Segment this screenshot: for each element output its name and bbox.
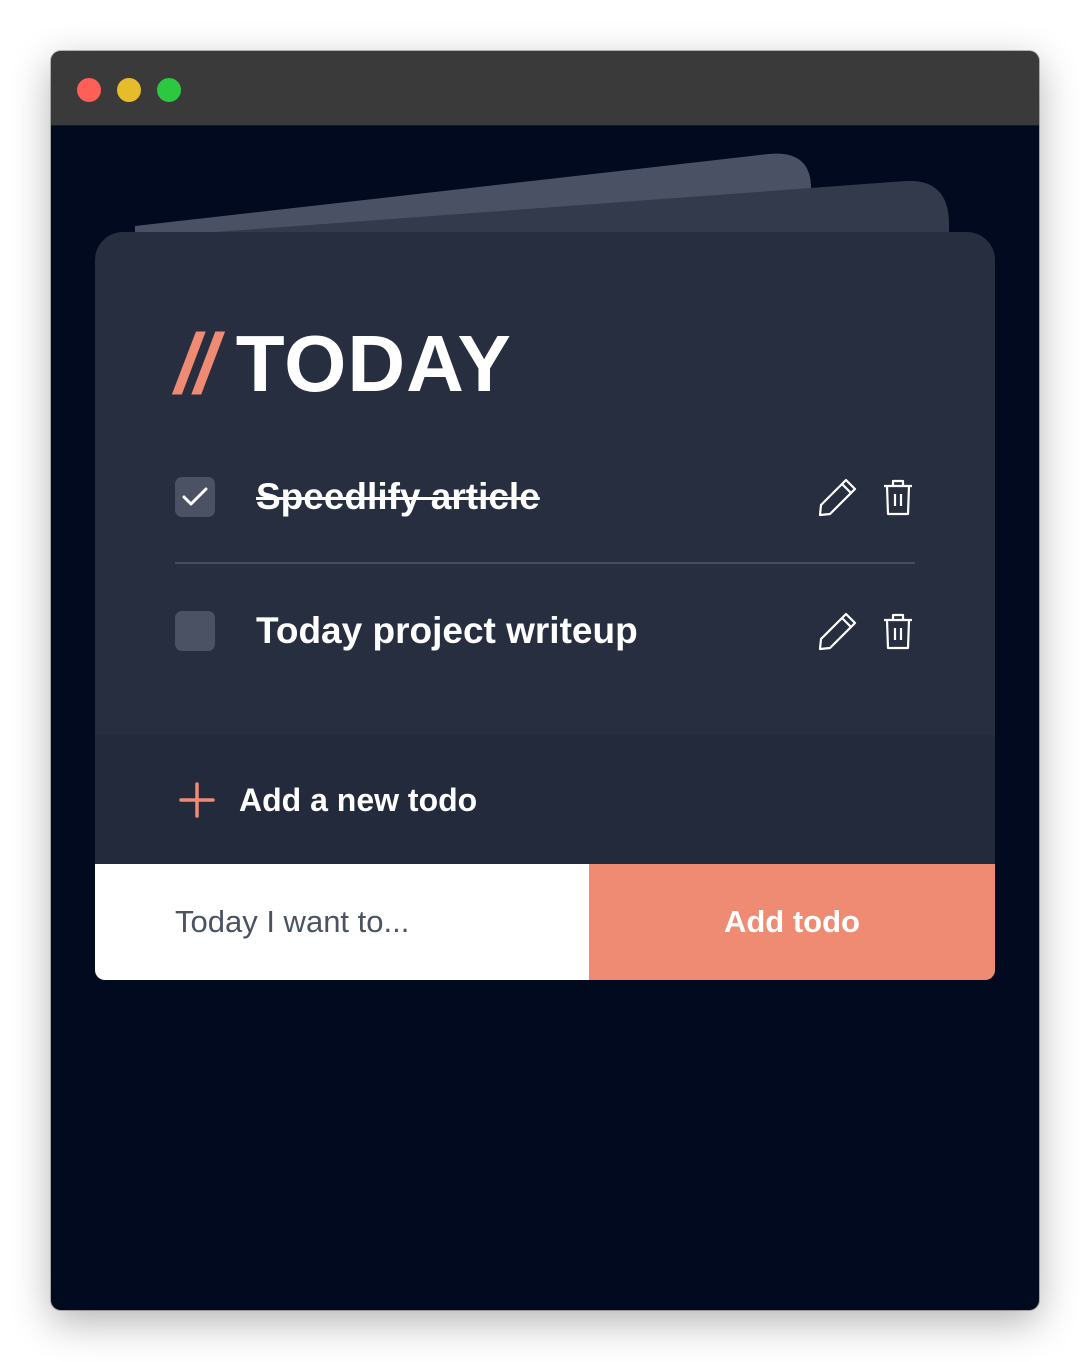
delete-todo-button[interactable] — [881, 476, 915, 518]
delete-todo-button[interactable] — [881, 610, 915, 652]
add-todo-button[interactable]: Add todo — [589, 864, 995, 980]
add-new-todo-toggle[interactable]: Add a new todo — [95, 735, 995, 865]
edit-todo-button[interactable] — [817, 610, 859, 652]
todo-checkbox[interactable] — [175, 611, 215, 651]
pencil-icon — [818, 612, 857, 651]
new-todo-input[interactable] — [95, 864, 589, 980]
todo-divider — [175, 562, 915, 564]
todo-text: Speedlify article — [256, 476, 540, 517]
plus-icon — [179, 782, 215, 818]
close-window-button[interactable] — [77, 78, 101, 102]
edit-todo-button[interactable] — [817, 476, 859, 518]
minimize-window-button[interactable] — [117, 78, 141, 102]
maximize-window-button[interactable] — [157, 78, 181, 102]
check-icon — [182, 487, 208, 506]
title-bar — [51, 51, 1039, 126]
app-window: // TODAY Speedlify article Today project… — [51, 51, 1039, 1310]
todo-text: Today project writeup — [256, 610, 638, 651]
todo-card: // TODAY Speedlify article Today project… — [95, 232, 995, 980]
todo-checkbox-checked[interactable] — [175, 477, 215, 517]
title-slashes: // — [175, 317, 218, 411]
page-title: // TODAY — [175, 317, 512, 411]
todo-actions — [817, 610, 915, 652]
pencil-icon — [818, 478, 857, 517]
title-text: TODAY — [235, 319, 512, 408]
trash-icon — [884, 479, 912, 516]
todo-item: Today project writeup — [175, 601, 915, 661]
todo-actions — [817, 476, 915, 518]
trash-icon — [884, 613, 912, 650]
todo-item: Speedlify article — [175, 467, 915, 527]
add-new-todo-label: Add a new todo — [239, 781, 478, 818]
app-content: // TODAY Speedlify article Today project… — [51, 127, 1039, 1310]
new-todo-form: Add todo — [95, 864, 995, 980]
